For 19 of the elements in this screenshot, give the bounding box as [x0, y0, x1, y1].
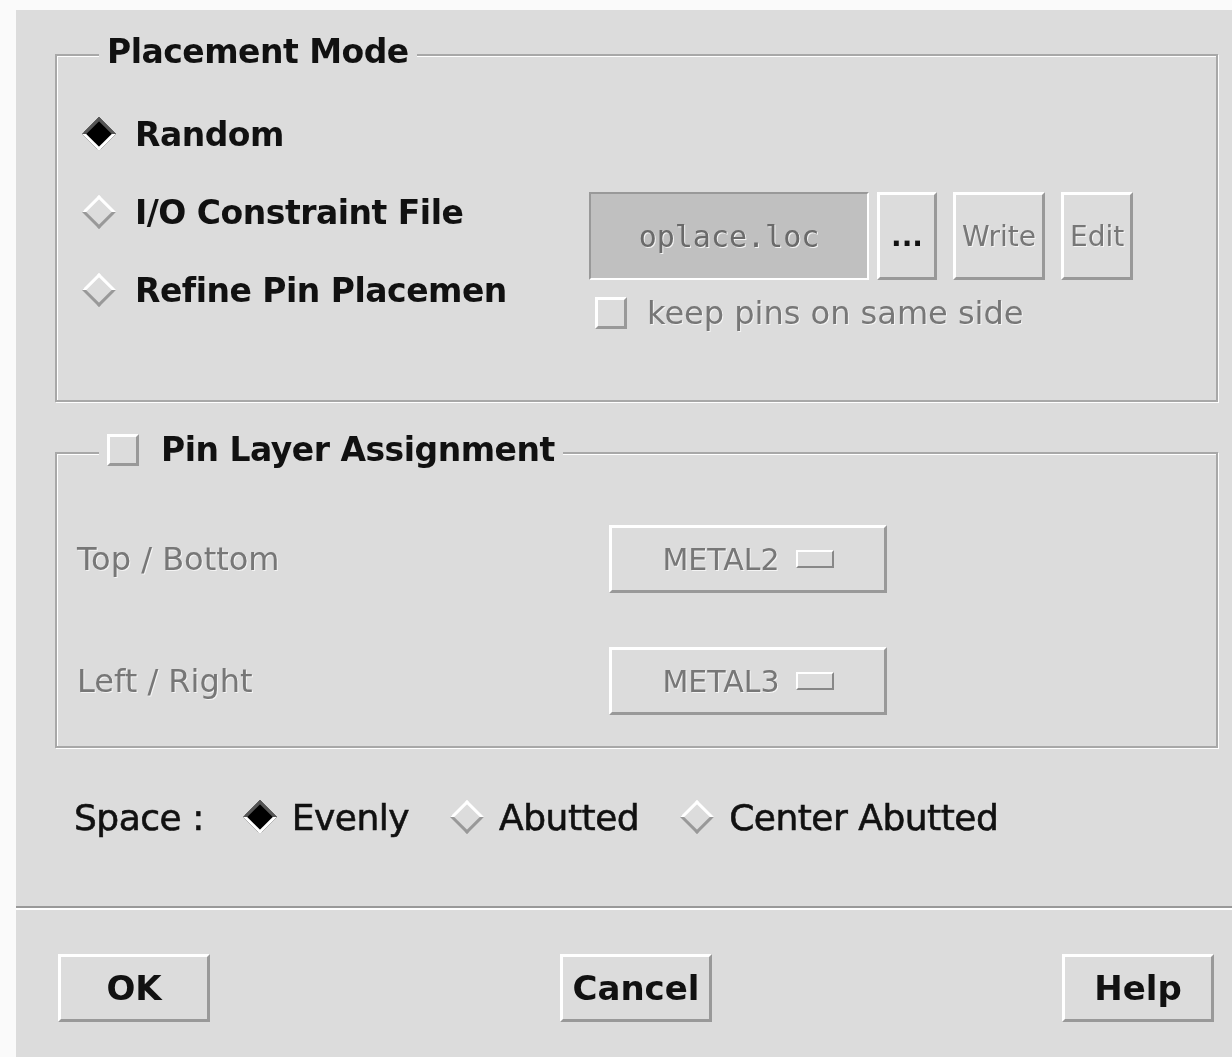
- checkbox-label: keep pins on same side: [647, 294, 1024, 332]
- checkbox[interactable]: [107, 433, 139, 466]
- space-label: Space :: [74, 796, 204, 838]
- dialog-button[interactable]: OK: [58, 954, 210, 1022]
- dialog-button[interactable]: Cancel: [560, 954, 712, 1022]
- option-menu-icon: [795, 672, 834, 690]
- radio-option[interactable]: Random: [83, 116, 589, 152]
- dialog-button[interactable]: Help: [1062, 954, 1214, 1022]
- radio-option[interactable]: Evenly: [243, 799, 410, 835]
- radio-option[interactable]: Abutted: [451, 799, 640, 835]
- group-title: Placement Mode: [107, 32, 409, 71]
- layer-label: Top / Bottom: [77, 540, 281, 578]
- group-title: Pin Layer Assignment: [161, 430, 555, 469]
- radio-option[interactable]: Refine Pin Placemen: [83, 272, 589, 308]
- layer-label: Left / Right: [77, 662, 254, 700]
- option-menu-icon: [795, 550, 834, 568]
- radio-option[interactable]: Center Abutted: [681, 799, 999, 835]
- file-button[interactable]: ...: [877, 192, 937, 280]
- radio-option[interactable]: I/O Constraint File: [83, 194, 589, 230]
